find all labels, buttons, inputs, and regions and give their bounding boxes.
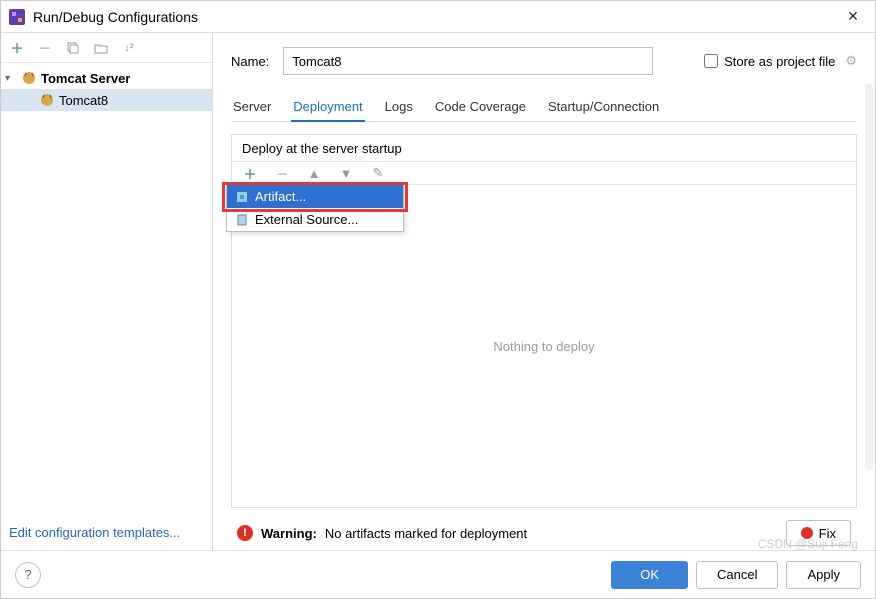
tree-parent-label: Tomcat Server [41, 71, 130, 86]
bulb-icon [801, 527, 813, 539]
popup-artifact-label: Artifact... [255, 189, 306, 204]
warning-bar: ! Warning: No artifacts marked for deplo… [231, 516, 857, 550]
sidebar-toolbar: ＋ － ↓² [1, 33, 212, 63]
deploy-header: Deploy at the server startup [232, 135, 856, 161]
store-as-project-file[interactable]: Store as project file ⚙ [704, 53, 857, 69]
remove-config-icon[interactable]: － [35, 38, 55, 58]
edit-templates-link[interactable]: Edit configuration templates... [9, 525, 180, 540]
edit-deploy-icon[interactable]: ✎ [368, 163, 388, 183]
add-deploy-icon[interactable]: ＋ [240, 163, 260, 183]
tree-tomcat8[interactable]: Tomcat8 [1, 89, 212, 111]
deploy-panel: Deploy at the server startup ＋ － ▲ ▼ ✎ A… [231, 134, 857, 508]
name-field[interactable] [283, 47, 653, 75]
ok-button[interactable]: OK [611, 561, 688, 589]
fix-label: Fix [819, 526, 836, 541]
popup-item-artifact[interactable]: Artifact... [227, 185, 403, 208]
tab-logs[interactable]: Logs [383, 93, 415, 122]
remove-deploy-icon[interactable]: － [272, 163, 292, 183]
warning-label: Warning: [261, 526, 317, 541]
warning-text: No artifacts marked for deployment [325, 526, 527, 541]
sidebar-footer: Edit configuration templates... [1, 515, 212, 550]
deploy-placeholder: Nothing to deploy [493, 339, 594, 354]
tab-startup-connection[interactable]: Startup/Connection [546, 93, 661, 122]
tabs: Server Deployment Logs Code Coverage Sta… [231, 93, 857, 122]
main-area: ＋ － ↓² ▾ Tomcat Server Tomcat8 Edit conf… [1, 33, 875, 550]
add-deploy-popup: Artifact... External Source... [226, 184, 404, 232]
move-up-icon[interactable]: ▲ [304, 163, 324, 183]
warning-icon: ! [237, 525, 253, 541]
move-down-icon[interactable]: ▼ [336, 163, 356, 183]
bottom-bar: ? OK Cancel Apply [1, 550, 875, 598]
name-row: Name: Store as project file ⚙ [231, 47, 857, 75]
deploy-toolbar: ＋ － ▲ ▼ ✎ Artifact... External Source... [232, 161, 856, 185]
content-panel: Name: Store as project file ⚙ Server Dep… [213, 33, 875, 550]
fix-button[interactable]: Fix [786, 520, 851, 546]
content-scrollbar[interactable] [865, 83, 873, 470]
close-icon[interactable]: ✕ [839, 3, 867, 31]
tree-child-label: Tomcat8 [59, 93, 108, 108]
tab-deployment[interactable]: Deployment [291, 93, 364, 122]
tree-tomcat-server[interactable]: ▾ Tomcat Server [1, 67, 212, 89]
store-label: Store as project file [724, 54, 835, 69]
add-config-icon[interactable]: ＋ [7, 38, 27, 58]
tomcat-icon [21, 70, 37, 86]
tab-server[interactable]: Server [231, 93, 273, 122]
deploy-body: Nothing to deploy [232, 185, 856, 507]
sidebar: ＋ － ↓² ▾ Tomcat Server Tomcat8 Edit conf… [1, 33, 213, 550]
chevron-down-icon: ▾ [5, 73, 17, 84]
apply-button[interactable]: Apply [786, 561, 861, 589]
app-icon [9, 9, 25, 25]
titlebar: Run/Debug Configurations ✕ [1, 1, 875, 33]
gear-icon[interactable]: ⚙ [845, 53, 857, 69]
popup-item-external-source[interactable]: External Source... [227, 208, 403, 231]
store-checkbox[interactable] [704, 54, 718, 68]
tomcat-icon [39, 92, 55, 108]
sort-icon[interactable]: ↓² [119, 38, 139, 58]
popup-external-label: External Source... [255, 212, 358, 227]
help-button[interactable]: ? [15, 562, 41, 588]
dialog-title: Run/Debug Configurations [33, 9, 839, 25]
folder-icon[interactable] [91, 38, 111, 58]
artifact-icon [235, 190, 249, 204]
cancel-button[interactable]: Cancel [696, 561, 778, 589]
copy-config-icon[interactable] [63, 38, 83, 58]
name-label: Name: [231, 54, 269, 69]
external-source-icon [235, 213, 249, 227]
config-tree: ▾ Tomcat Server Tomcat8 [1, 63, 212, 515]
tab-code-coverage[interactable]: Code Coverage [433, 93, 528, 122]
